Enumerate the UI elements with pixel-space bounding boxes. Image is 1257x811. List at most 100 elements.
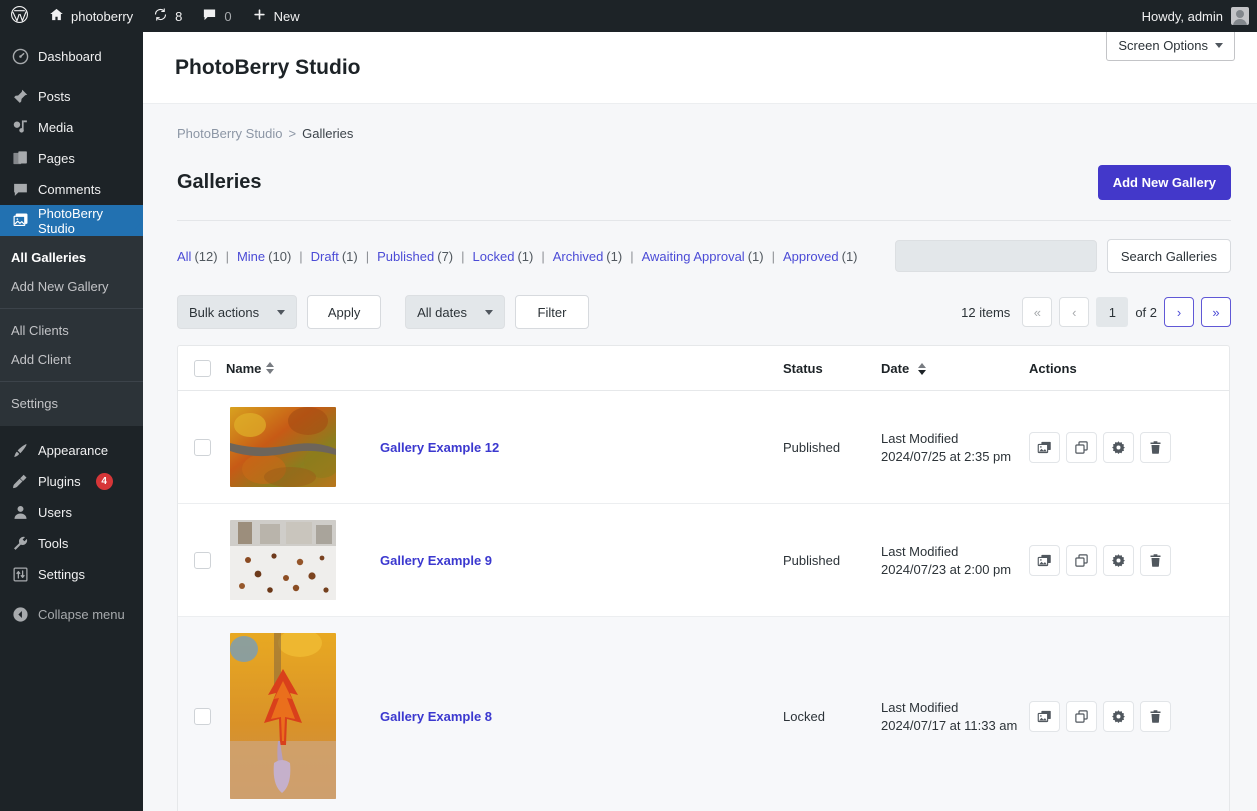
comments-menu[interactable]: 0 [192, 0, 241, 32]
filter-link-approved[interactable]: Approved [783, 249, 839, 264]
gallery-name-link[interactable]: Gallery Example 9 [380, 553, 492, 568]
apply-button[interactable]: Apply [307, 295, 381, 329]
bulk-actions-select[interactable]: Bulk actions [177, 295, 297, 329]
gear-icon[interactable] [1103, 701, 1134, 732]
gallery-thumbnail[interactable] [230, 633, 336, 799]
breadcrumb: PhotoBerry Studio > Galleries [177, 126, 1231, 141]
gear-icon[interactable] [1103, 432, 1134, 463]
gear-icon[interactable] [1103, 545, 1134, 576]
new-label: New [274, 9, 300, 24]
gallery-icon [11, 212, 29, 230]
new-content-menu[interactable]: New [242, 0, 310, 32]
sort-indicator-icon[interactable] [918, 363, 926, 375]
home-icon [49, 7, 64, 25]
galleries-table: Name Status Date Actions [177, 345, 1230, 811]
sidebar-item-tools[interactable]: Tools [0, 528, 143, 559]
sidebar-item-pages[interactable]: Pages [0, 143, 143, 174]
trash-icon[interactable] [1140, 432, 1171, 463]
gallery-thumbnail[interactable] [230, 520, 336, 600]
plug-icon [11, 473, 29, 491]
filter-button[interactable]: Filter [515, 295, 589, 329]
sidebar-item-media[interactable]: Media [0, 112, 143, 143]
breadcrumb-root-link[interactable]: PhotoBerry Studio [177, 126, 283, 141]
sidebar-item-users[interactable]: Users [0, 497, 143, 528]
row-checkbox[interactable] [194, 439, 211, 456]
sidebar-item-dashboard[interactable]: Dashboard [0, 41, 143, 72]
gallery-name-link[interactable]: Gallery Example 8 [380, 709, 492, 724]
chevron-down-icon [485, 310, 493, 315]
row-date-cell: Last Modified 2024/07/17 at 11:33 am [881, 700, 1029, 733]
row-checkbox[interactable] [194, 552, 211, 569]
sidebar-item-plugins[interactable]: Plugins 4 [0, 466, 143, 497]
last-page-button[interactable]: » [1201, 297, 1231, 327]
trash-icon[interactable] [1140, 545, 1171, 576]
images-icon[interactable] [1029, 701, 1060, 732]
date-label: Last Modified [881, 700, 1029, 715]
filter-link-locked[interactable]: Locked [473, 249, 515, 264]
gallery-name-link[interactable]: Gallery Example 12 [380, 440, 499, 455]
brush-icon [11, 442, 29, 460]
search-input[interactable] [895, 240, 1097, 272]
search-galleries-button[interactable]: Search Galleries [1107, 239, 1231, 273]
sort-indicator-icon[interactable] [266, 362, 274, 374]
filter-link-all[interactable]: All [177, 249, 191, 264]
submenu-item-all-clients[interactable]: All Clients [0, 316, 143, 345]
sidebar-item-label: Plugins [38, 474, 81, 489]
trash-icon[interactable] [1140, 701, 1171, 732]
howdy-label: Howdy, admin [1142, 9, 1223, 24]
filter-link-draft[interactable]: Draft [311, 249, 339, 264]
filter-count-draft: (1) [342, 249, 358, 264]
breadcrumb-current: Galleries [302, 126, 353, 141]
menu-separator [0, 426, 143, 435]
site-name-menu[interactable]: photoberry [39, 0, 143, 32]
date-filter-select[interactable]: All dates [405, 295, 505, 329]
pages-icon [11, 150, 29, 168]
row-checkbox[interactable] [194, 708, 211, 725]
submenu-item-add-new-gallery[interactable]: Add New Gallery [0, 272, 143, 301]
column-header-actions: Actions [1029, 361, 1229, 376]
first-page-button[interactable]: « [1022, 297, 1052, 327]
screen-options-toggle[interactable]: Screen Options [1106, 32, 1235, 61]
collapse-menu-button[interactable]: Collapse menu [0, 599, 143, 630]
media-icon [11, 119, 29, 137]
duplicate-icon[interactable] [1066, 545, 1097, 576]
filter-separator: | [366, 249, 369, 264]
sidebar-item-appearance[interactable]: Appearance [0, 435, 143, 466]
next-page-button[interactable]: › [1164, 297, 1194, 327]
sidebar-item-settings[interactable]: Settings [0, 559, 143, 590]
add-new-gallery-button[interactable]: Add New Gallery [1098, 165, 1231, 200]
select-all-checkbox[interactable] [194, 360, 211, 377]
column-header-name[interactable]: Name [226, 361, 783, 376]
comment-icon [11, 181, 29, 199]
my-account-menu[interactable]: Howdy, admin [1132, 0, 1257, 32]
images-icon[interactable] [1029, 432, 1060, 463]
prev-page-button[interactable]: ‹ [1059, 297, 1089, 327]
filter-link-archived[interactable]: Archived [553, 249, 604, 264]
filter-separator: | [299, 249, 302, 264]
row-name-cell: Gallery Example 12 [226, 407, 783, 487]
chevron-down-icon [277, 310, 285, 315]
sidebar-item-photoberry-studio[interactable]: PhotoBerry Studio [0, 205, 143, 236]
current-page-input[interactable]: 1 [1096, 297, 1128, 327]
filter-link-awaiting-approval[interactable]: Awaiting Approval [642, 249, 745, 264]
search-box: Search Galleries [895, 239, 1231, 273]
submenu-item-settings[interactable]: Settings [0, 389, 143, 418]
duplicate-icon[interactable] [1066, 701, 1097, 732]
duplicate-icon[interactable] [1066, 432, 1097, 463]
filter-link-published[interactable]: Published [377, 249, 434, 264]
wp-logo-menu[interactable] [0, 0, 39, 32]
submenu-item-all-galleries[interactable]: All Galleries [0, 243, 143, 272]
filter-link-mine[interactable]: Mine [237, 249, 265, 264]
images-icon[interactable] [1029, 545, 1060, 576]
sidebar-item-posts[interactable]: Posts [0, 81, 143, 112]
plugin-title: PhotoBerry Studio [175, 56, 361, 80]
row-status: Locked [783, 709, 881, 724]
submenu-item-add-client[interactable]: Add Client [0, 345, 143, 374]
column-header-date[interactable]: Date [881, 361, 1029, 376]
breadcrumb-separator: > [289, 126, 297, 141]
updates-menu[interactable]: 8 [143, 0, 192, 32]
gallery-thumbnail[interactable] [230, 407, 336, 487]
sidebar-item-comments[interactable]: Comments [0, 174, 143, 205]
row-action-buttons [1029, 432, 1229, 463]
filter-count-mine: (10) [268, 249, 291, 264]
